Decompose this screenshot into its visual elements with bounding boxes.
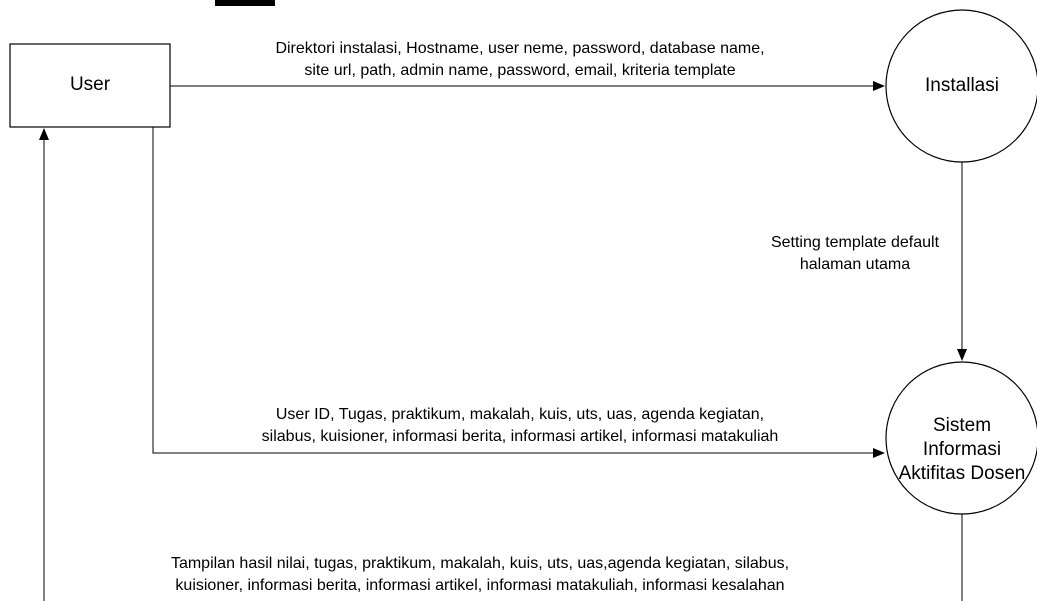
user-entity-label: User	[69, 74, 111, 95]
flow-label-user-to-installasi: Direktori instalasi, Hostname, user neme…	[275, 40, 765, 79]
heading-fragment	[215, 0, 275, 6]
dfd-diagram: User Installasi Sistem Informasi Aktifit…	[0, 0, 1037, 601]
flow-label-sistem-to-user: Tampilan hasil nilai, tugas, praktikum, …	[170, 555, 790, 594]
flow-label-user-to-sistem: User ID, Tugas, praktikum, makalah, kuis…	[261, 406, 779, 445]
flow-label-installasi-to-sistem: Setting template default halaman utama	[770, 234, 940, 273]
sistem-process-label: Sistem Informasi Aktifitas Dosen	[898, 415, 1026, 484]
installasi-process-label: Installasi	[925, 75, 999, 96]
